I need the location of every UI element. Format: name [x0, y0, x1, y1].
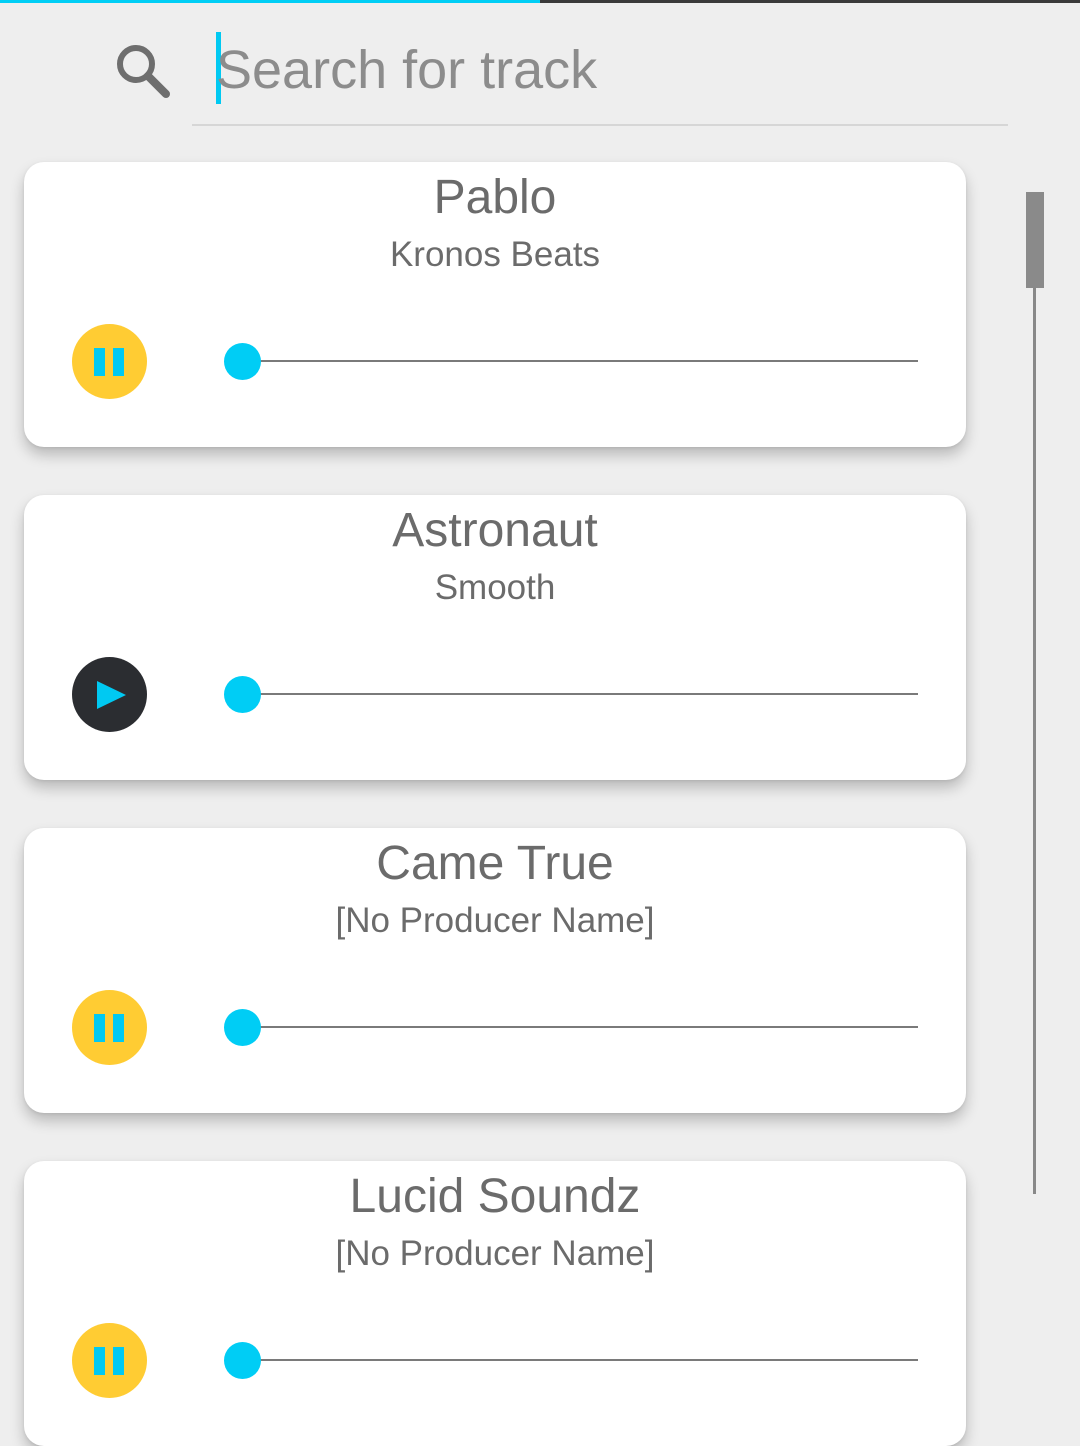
seek-track [252, 360, 918, 362]
seek-track [252, 693, 918, 695]
play-button[interactable] [72, 657, 147, 732]
seek-track [252, 1359, 918, 1361]
track-producer: Kronos Beats [389, 235, 601, 274]
pause-button[interactable] [72, 324, 147, 399]
track-card[interactable]: Lucid Soundz [No Producer Name] [24, 1161, 966, 1446]
scrollbar-track[interactable] [1033, 192, 1036, 1194]
pause-icon [93, 1346, 124, 1375]
track-title: Astronaut [392, 504, 598, 557]
seek-slider[interactable] [224, 1008, 920, 1046]
track-producer: [No Producer Name] [335, 1234, 655, 1273]
pause-icon [93, 1013, 124, 1042]
track-card[interactable]: Pablo Kronos Beats [24, 162, 966, 447]
track-card[interactable]: Came True [No Producer Name] [24, 828, 966, 1113]
seek-thumb[interactable] [224, 676, 261, 713]
play-icon [96, 680, 126, 709]
seek-thumb[interactable] [224, 343, 261, 380]
seek-track [252, 1026, 918, 1028]
track-producer: Smooth [434, 568, 556, 607]
loading-progress-fill [0, 0, 540, 3]
search-input[interactable] [216, 28, 996, 112]
search-field[interactable] [192, 28, 1008, 126]
track-title: Came True [376, 837, 614, 890]
track-card[interactable]: Astronaut Smooth [24, 495, 966, 780]
seek-slider[interactable] [224, 342, 920, 380]
pause-button[interactable] [72, 1323, 147, 1398]
scrollbar-thumb[interactable] [1026, 192, 1044, 288]
track-title: Lucid Soundz [349, 1170, 641, 1223]
search-icon[interactable] [112, 40, 174, 102]
track-producer: [No Producer Name] [335, 901, 655, 940]
loading-progress-bar [0, 0, 1080, 3]
seek-thumb[interactable] [224, 1009, 261, 1046]
pause-icon [93, 347, 124, 376]
seek-slider[interactable] [224, 675, 920, 713]
pause-button[interactable] [72, 990, 147, 1065]
track-title: Pablo [433, 171, 557, 224]
seek-slider[interactable] [224, 1341, 920, 1379]
seek-thumb[interactable] [224, 1342, 261, 1379]
